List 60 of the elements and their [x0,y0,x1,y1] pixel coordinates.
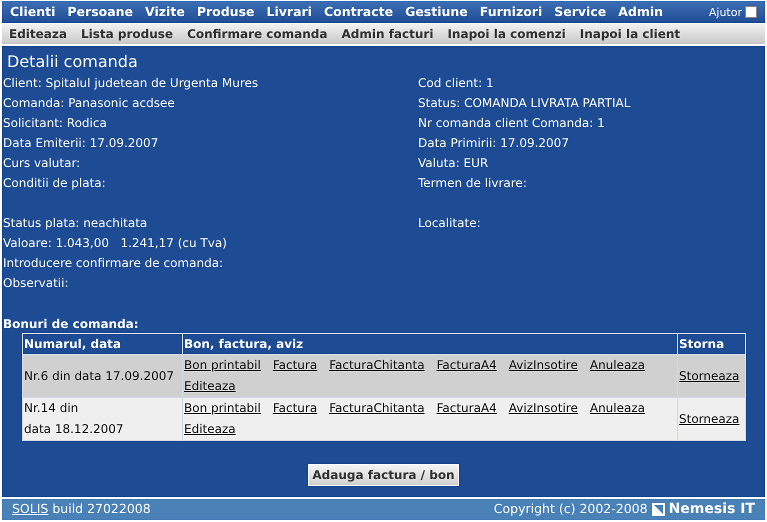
document-link[interactable]: AvizInsotire [508,398,578,419]
sub-menu-item[interactable]: Inapoi la client [580,24,680,42]
document-link[interactable]: Editeaza [184,419,236,440]
menu-item[interactable]: Vizite [145,2,185,22]
document-link[interactable]: AvizInsotire [508,355,578,376]
detail-text: Solicitant: Rodica [3,115,108,132]
detail-text: Cod client: 1 [418,75,494,92]
menu-item[interactable]: Persoane [67,2,134,22]
page-title: Detalii comanda [2,46,765,70]
product-link[interactable]: SOLIS [12,500,48,519]
document-link[interactable]: Anuleaza [590,355,646,376]
document-link[interactable]: Bon printabil [184,398,261,419]
column-header: Numarul, data [22,334,182,354]
detail-text: Status: COMANDA LIVRATA PARTIAL [418,95,630,112]
orders-label: Bonuri de comanda: [2,316,140,333]
detail-text: Localitate: [418,215,481,232]
detail-text: Valoare: 1.043,00 1.241,17 (cu Tva) [3,235,228,252]
document-link[interactable]: Anuleaza [590,398,646,419]
document-link[interactable]: FacturaChitanta [329,355,425,376]
sub-menu-item[interactable]: Lista produse [80,24,174,42]
brand-name: Nemesis IT [668,500,755,519]
detail-text: Client: Spitalul judetean de Urgenta Mures [3,75,260,92]
sub-menu-item[interactable]: Confirmare comanda [187,24,328,42]
document-link[interactable]: FacturaA4 [436,355,497,376]
menu-item[interactable]: Furnizori [480,2,542,22]
detail-text: Conditii de plata: [3,175,107,192]
menu-item[interactable]: Admin [618,2,664,22]
menu-item[interactable]: Livrari [266,2,312,22]
detail-text: Termen de livrare: [418,175,527,192]
column-header: Bon, factura, aviz [182,334,678,354]
document-link[interactable]: Bon printabil [184,355,261,376]
sub-menu-item[interactable]: Inapoi la comenzi [447,24,566,42]
document-link[interactable]: FacturaChitanta [329,398,425,419]
menu-item[interactable]: Gestiune [405,2,468,22]
sub-menu-item[interactable]: Editeaza [9,24,67,42]
menu-item[interactable]: Contracte [324,2,394,22]
document-link[interactable]: Factura [272,355,318,376]
document-link[interactable]: FacturaA4 [436,398,497,419]
table-cell: Nr.14 din data 18.12.2007 [22,398,182,440]
logo-icon [652,503,665,516]
detail-text: Comanda: Panasonic acdsee [3,95,176,112]
detail-text: Data Emiterii: 17.09.2007 [3,135,160,152]
document-link[interactable]: Factura [272,398,318,419]
add-invoice-button[interactable]: Adauga factura / bon [308,464,459,486]
menu-item[interactable]: Produse [196,2,254,22]
detail-text: Nr comanda client Comanda: 1 [418,115,605,132]
detail-text: Curs valutar: [3,155,82,172]
detail-text: Valuta: EUR [418,155,488,172]
detail-text: Status plata: neachitata [3,215,148,232]
document-link[interactable]: Editeaza [184,376,236,397]
help-checkbox[interactable] [745,6,757,18]
build-text: build 27022008 [52,500,151,518]
detail-text: Observatii: [3,275,70,292]
help-label: Ajutor [708,5,742,22]
menu-item[interactable]: Service [554,2,606,22]
sub-menu-item[interactable]: Admin facturi [342,24,434,42]
detail-text: Introducere confirmare de comanda: [3,255,224,272]
menu-item[interactable]: Clienti [10,2,56,22]
detail-text: Data Primirii: 17.09.2007 [418,135,569,152]
copyright-text: Copyright (c) 2002-2008 [494,500,648,518]
